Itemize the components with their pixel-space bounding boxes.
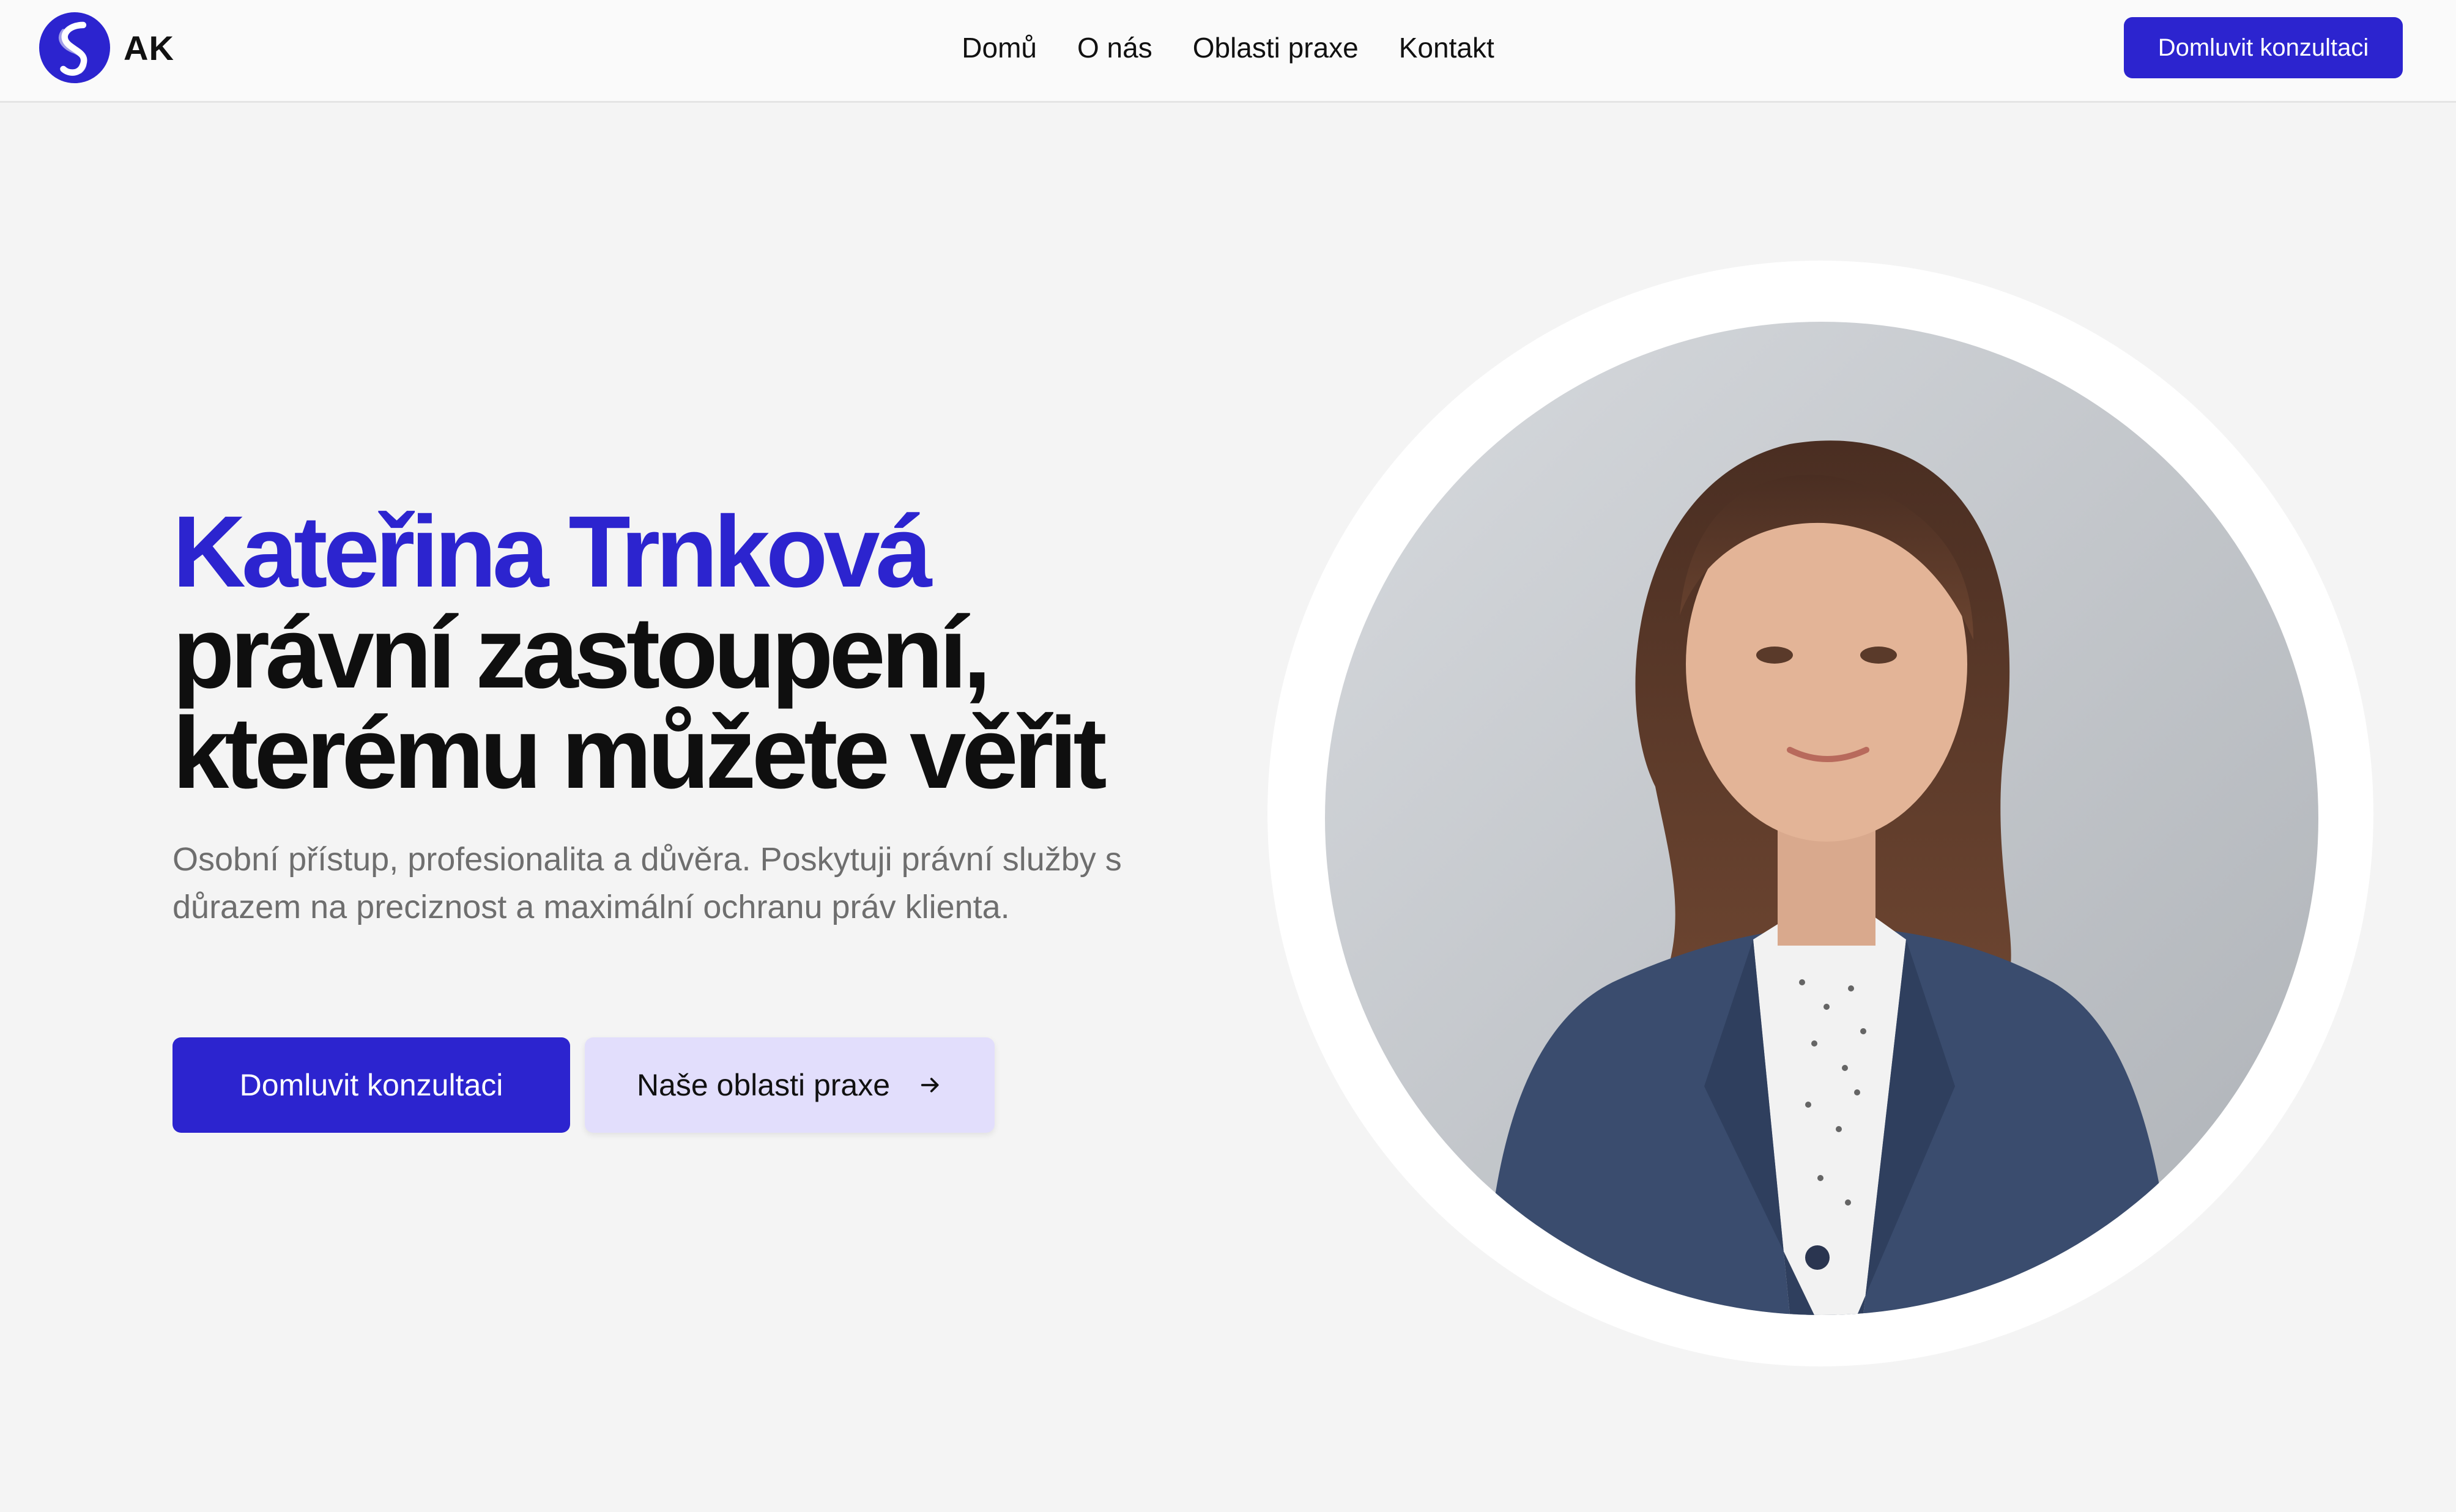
header-consultation-button[interactable]: Domluvit konzultaci (2124, 17, 2403, 78)
practice-areas-button[interactable]: Naše oblasti praxe (585, 1037, 995, 1133)
hero-subtitle: Osobní přístup, profesionalita a důvěra.… (173, 841, 1122, 925)
hero-name: Kateřina Trnková (173, 495, 932, 609)
nav-item-contact[interactable]: Kontakt (1399, 31, 1494, 64)
site-header: AK Domů O nás Oblasti praxe Kontakt Doml… (0, 0, 2456, 103)
hero-headline-line-2: kterému můžete věřit (173, 697, 1107, 810)
hero-headline-line-1: právní zastoupení, (173, 596, 991, 710)
portrait-photo (1325, 322, 2318, 1315)
nav-item-home[interactable]: Domů (962, 31, 1037, 64)
hero-buttons: Domluvit konzultaci Naše oblasti praxe (173, 1037, 995, 1133)
portrait-image (1325, 322, 2318, 1315)
practice-areas-button-label: Naše oblasti praxe (636, 1068, 891, 1102)
nav-item-practice-areas[interactable]: Oblasti praxe (1193, 31, 1359, 64)
main-nav: Domů O nás Oblasti praxe Kontakt (0, 24, 2456, 71)
hero-text: Kateřina Trnková právní zastoupení, kter… (173, 502, 1212, 931)
consultation-button-label: Domluvit konzultaci (239, 1068, 503, 1102)
consultation-button[interactable]: Domluvit konzultaci (173, 1037, 570, 1133)
arrow-right-icon (921, 1078, 939, 1092)
nav-item-about[interactable]: O nás (1077, 31, 1152, 64)
